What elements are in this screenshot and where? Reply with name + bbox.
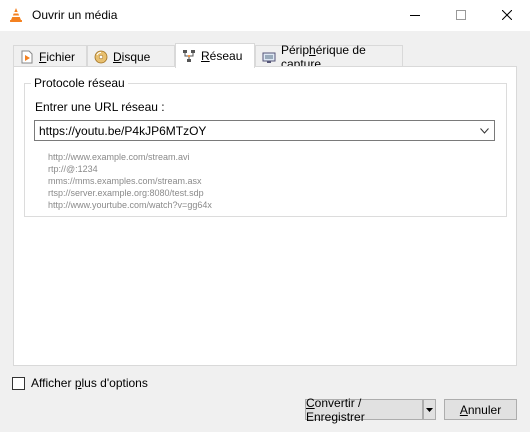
caret-down-icon (426, 407, 433, 412)
close-button[interactable] (484, 0, 530, 30)
url-input[interactable] (35, 121, 475, 140)
example-url: http://www.yourtube.com/watch?v=gg64x (48, 200, 212, 210)
tab-disc[interactable]: Disque (87, 45, 175, 67)
more-options-label: Afficher plus d'options (31, 376, 148, 390)
title-bar: Ouvrir un média (0, 0, 530, 31)
cancel-button[interactable]: Annuler (444, 399, 517, 420)
url-dropdown-button[interactable] (475, 121, 494, 140)
more-options-toggle[interactable]: Afficher plus d'options (12, 375, 148, 391)
convert-save-label: Convertir / Enregistrer (306, 395, 365, 424)
tab-capture-device[interactable]: Périphérique de capture (255, 43, 403, 71)
url-combobox[interactable] (34, 120, 495, 141)
convert-save-button[interactable]: Convertir / Enregistrer (305, 396, 423, 424)
example-url: rtsp://server.example.org:8080/test.sdp (48, 188, 204, 198)
minimize-icon (410, 14, 420, 16)
file-icon (21, 50, 33, 63)
group-title: Protocole réseau (31, 76, 128, 90)
url-label: Entrer une URL réseau : (35, 100, 165, 114)
capture-device-icon (262, 52, 276, 63)
tab-file[interactable]: Fichier (13, 45, 87, 67)
network-icon (183, 50, 195, 62)
convert-save-dropdown-button[interactable] (423, 399, 436, 420)
tab-bar: Fichier Disque Réseau Périphérique de ca… (13, 43, 517, 71)
chevron-down-icon (480, 127, 489, 134)
cancel-label: Annuler (459, 402, 502, 417)
example-url: rtp://@:1234 (48, 164, 98, 174)
minimize-button[interactable] (392, 0, 438, 30)
network-protocol-group: Protocole réseau Entrer une URL réseau :… (24, 76, 507, 217)
tab-disc-label: Disque (113, 49, 151, 64)
open-media-dialog: Ouvrir un média Fichier Disque Réseau Pé… (0, 0, 530, 432)
tab-network-label: Réseau (201, 49, 243, 63)
more-options-checkbox[interactable] (12, 376, 25, 390)
tab-file-label: Fichier (39, 49, 76, 64)
disc-icon (94, 50, 108, 63)
close-icon (502, 10, 512, 20)
vlc-cone-icon (10, 8, 22, 22)
maximize-icon (456, 10, 466, 20)
example-url: http://www.example.com/stream.avi (48, 152, 190, 162)
url-examples: http://www.example.com/stream.avi rtp://… (48, 151, 212, 211)
tab-network[interactable]: Réseau (175, 43, 255, 68)
example-url: mms://mms.examples.com/stream.asx (48, 176, 202, 186)
maximize-button[interactable] (438, 0, 484, 30)
network-panel: Protocole réseau Entrer une URL réseau :… (13, 66, 517, 366)
window-title: Ouvrir un média (32, 8, 118, 22)
